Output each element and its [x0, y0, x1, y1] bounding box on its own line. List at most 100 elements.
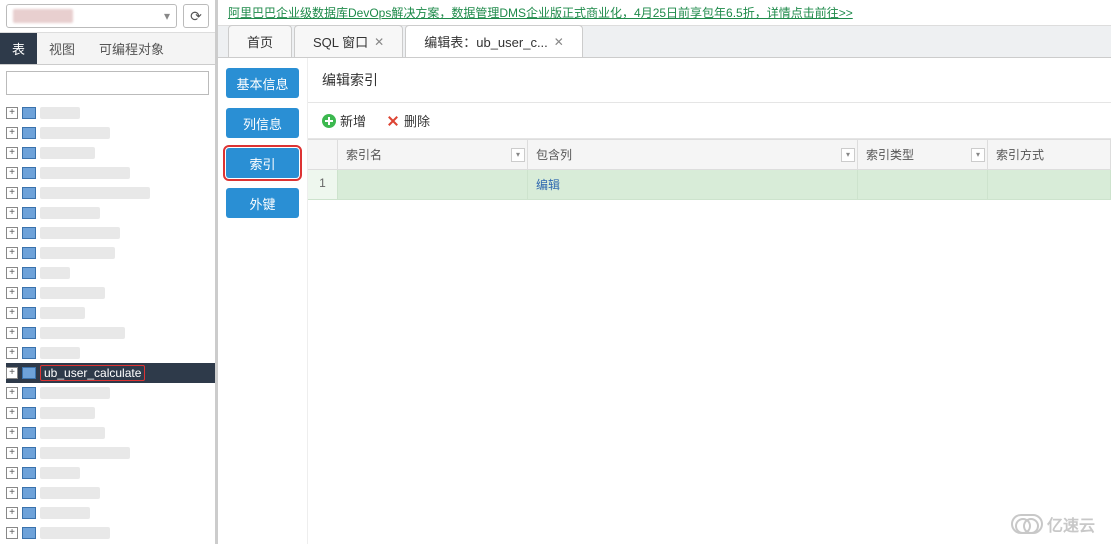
- tree-item[interactable]: +: [6, 123, 215, 143]
- expand-icon[interactable]: +: [6, 107, 18, 119]
- database-selector[interactable]: ▾: [6, 4, 177, 28]
- tree-item[interactable]: +: [6, 143, 215, 163]
- tree-item-label-blurred: [40, 127, 110, 139]
- tree-item[interactable]: +: [6, 283, 215, 303]
- watermark: 亿速云: [1011, 512, 1095, 536]
- add-button[interactable]: 新增: [322, 111, 366, 130]
- expand-icon[interactable]: +: [6, 147, 18, 159]
- expand-icon[interactable]: +: [6, 487, 18, 499]
- tree-item[interactable]: +: [6, 343, 215, 363]
- chevron-down-icon[interactable]: ▾: [971, 148, 985, 162]
- table-icon: [22, 187, 36, 199]
- tree-item[interactable]: +: [6, 183, 215, 203]
- chevron-down-icon[interactable]: ▾: [841, 148, 855, 162]
- side-tab-views[interactable]: 视图: [37, 33, 87, 64]
- close-icon[interactable]: ✕: [374, 35, 384, 49]
- tree-item-label-blurred: [40, 207, 100, 219]
- expand-icon[interactable]: +: [6, 247, 18, 259]
- table-icon: [22, 347, 36, 359]
- chevron-down-icon: ▾: [164, 9, 170, 23]
- tree-item[interactable]: +: [6, 163, 215, 183]
- tree-item[interactable]: +: [6, 303, 215, 323]
- expand-icon[interactable]: +: [6, 127, 18, 139]
- vtab-index[interactable]: 索引: [226, 148, 299, 178]
- delete-button[interactable]: 删除: [386, 111, 430, 130]
- tree-item[interactable]: +: [6, 463, 215, 483]
- col-index-name[interactable]: 索引名▾: [338, 140, 528, 169]
- vtab-basic-info[interactable]: 基本信息: [226, 68, 299, 98]
- tree-item-label-blurred: [40, 287, 105, 299]
- content-title: 编辑索引: [308, 58, 1111, 103]
- promo-banner[interactable]: 阿里巴巴企业级数据库DevOps解决方案，数据管理DMS企业版正式商业化，4月2…: [218, 0, 1111, 26]
- table-icon: [22, 127, 36, 139]
- side-tab-programmable[interactable]: 可编程对象: [87, 33, 176, 64]
- cell-include-columns[interactable]: 编辑: [528, 170, 858, 199]
- tree-item-label-blurred: [40, 427, 105, 439]
- expand-icon[interactable]: +: [6, 527, 18, 539]
- tree-item-label-blurred: [40, 347, 80, 359]
- expand-icon[interactable]: +: [6, 307, 18, 319]
- refresh-icon: ⟳: [190, 8, 202, 25]
- tree-item-label-blurred: [40, 307, 85, 319]
- tree-item[interactable]: +: [6, 243, 215, 263]
- cell-index-type[interactable]: [858, 170, 988, 199]
- expand-icon[interactable]: +: [6, 407, 18, 419]
- tree-item[interactable]: +: [6, 323, 215, 343]
- promo-link[interactable]: 阿里巴巴企业级数据库DevOps解决方案，数据管理DMS企业版正式商业化，4月2…: [228, 6, 853, 20]
- tree-item[interactable]: +ub_user_calculate: [6, 363, 215, 383]
- tree-item[interactable]: +: [6, 523, 215, 543]
- table-tree[interactable]: ++++++++++++++ub_user_calculate+++++++++…: [0, 101, 215, 544]
- tree-item[interactable]: +: [6, 443, 215, 463]
- tree-item[interactable]: +: [6, 483, 215, 503]
- index-grid-row[interactable]: 1 编辑: [308, 170, 1111, 200]
- tree-item-label-blurred: [40, 107, 80, 119]
- table-icon: [22, 147, 36, 159]
- main-tab-sql[interactable]: SQL 窗口 ✕: [294, 25, 403, 57]
- expand-icon[interactable]: +: [6, 287, 18, 299]
- cell-index-method[interactable]: [988, 170, 1111, 199]
- expand-icon[interactable]: +: [6, 467, 18, 479]
- expand-icon[interactable]: +: [6, 347, 18, 359]
- tree-item[interactable]: +: [6, 503, 215, 523]
- col-index-method[interactable]: 索引方式: [988, 140, 1111, 169]
- chevron-down-icon[interactable]: ▾: [511, 148, 525, 162]
- expand-icon[interactable]: +: [6, 387, 18, 399]
- tree-item[interactable]: +: [6, 403, 215, 423]
- tree-item[interactable]: +: [6, 263, 215, 283]
- main-tab-edit-table[interactable]: 编辑表：ub_user_c... ✕: [405, 25, 583, 57]
- cell-index-name[interactable]: [338, 170, 528, 199]
- close-icon[interactable]: ✕: [554, 35, 564, 49]
- tree-item[interactable]: +: [6, 383, 215, 403]
- expand-icon[interactable]: +: [6, 447, 18, 459]
- tree-search-input[interactable]: [6, 71, 209, 95]
- index-grid-header: 索引名▾ 包含列▾ 索引类型▾ 索引方式: [308, 139, 1111, 170]
- tree-item-label-blurred: [40, 527, 110, 539]
- side-tab-tables[interactable]: 表: [0, 33, 37, 64]
- expand-icon[interactable]: +: [6, 167, 18, 179]
- table-icon: [22, 327, 36, 339]
- table-icon: [22, 247, 36, 259]
- expand-icon[interactable]: +: [6, 427, 18, 439]
- expand-icon[interactable]: +: [6, 227, 18, 239]
- table-icon: [22, 227, 36, 239]
- refresh-button[interactable]: ⟳: [183, 4, 209, 28]
- tree-item[interactable]: +: [6, 423, 215, 443]
- vtab-column-info[interactable]: 列信息: [226, 108, 299, 138]
- vtab-foreign-key[interactable]: 外键: [226, 188, 299, 218]
- expand-icon[interactable]: +: [6, 507, 18, 519]
- tree-item-label-blurred: [40, 167, 130, 179]
- col-include-columns[interactable]: 包含列▾: [528, 140, 858, 169]
- table-icon: [22, 367, 36, 379]
- expand-icon[interactable]: +: [6, 187, 18, 199]
- tree-item[interactable]: +: [6, 223, 215, 243]
- col-index-type[interactable]: 索引类型▾: [858, 140, 988, 169]
- main-tab-home[interactable]: 首页: [228, 25, 292, 57]
- tree-item[interactable]: +: [6, 203, 215, 223]
- expand-icon[interactable]: +: [6, 207, 18, 219]
- tree-item[interactable]: +: [6, 103, 215, 123]
- expand-icon[interactable]: +: [6, 367, 18, 379]
- expand-icon[interactable]: +: [6, 327, 18, 339]
- table-icon: [22, 527, 36, 539]
- table-icon: [22, 207, 36, 219]
- expand-icon[interactable]: +: [6, 267, 18, 279]
